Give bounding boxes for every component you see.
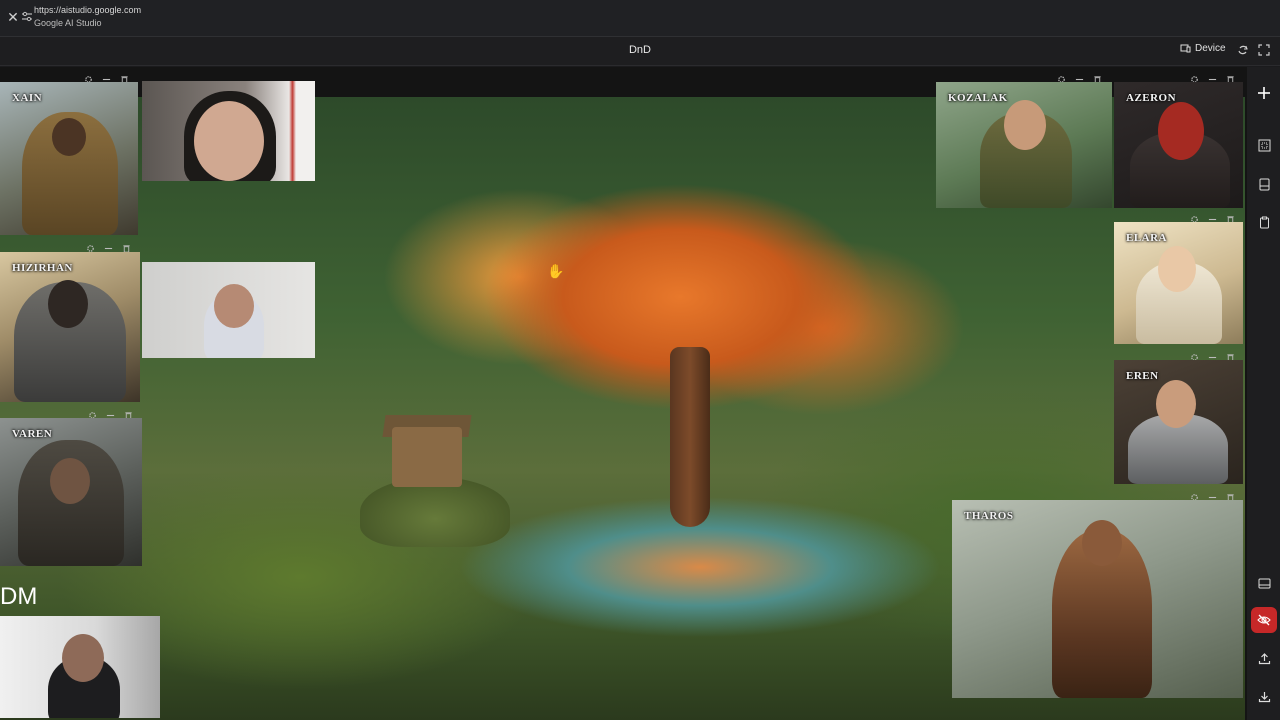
hand-cursor-icon: ✋ (547, 263, 565, 279)
character-head (1158, 102, 1204, 160)
trash-icon[interactable] (120, 71, 129, 84)
minimize-icon[interactable] (1208, 71, 1217, 80)
webcam-face (214, 284, 254, 328)
trash-icon[interactable] (1093, 71, 1102, 84)
tharos-window-controls (1190, 486, 1235, 502)
varen-window-controls (88, 404, 133, 420)
webcam-face (62, 634, 104, 682)
gear-icon[interactable] (1190, 211, 1199, 223)
dm-label: DM (0, 583, 38, 610)
character-card-xain[interactable]: XAIN (0, 82, 138, 235)
xain-window-controls (84, 68, 129, 84)
character-name: HIZIRHAN (12, 262, 73, 274)
minimize-icon[interactable] (1208, 211, 1217, 220)
character-card-eren[interactable]: EREN (1114, 360, 1243, 484)
webcam-player-2 (142, 262, 315, 358)
frame-button[interactable] (1251, 132, 1277, 158)
address-url[interactable]: https://aistudio.google.com (34, 5, 141, 15)
close-icon[interactable]: ✕ (6, 10, 20, 24)
character-head (50, 458, 90, 504)
hut-shape (392, 427, 462, 487)
kozalak-window-controls (1057, 68, 1102, 84)
site-name: Google AI Studio (34, 18, 102, 28)
gear-icon[interactable] (1190, 349, 1199, 361)
page-title: DnD (628, 44, 651, 56)
app-toolbar: DnD Device (0, 37, 1280, 66)
right-toolbar (1247, 67, 1280, 720)
character-card-hizirhan[interactable]: HIZIRHAN (0, 252, 140, 402)
gear-icon[interactable] (88, 407, 97, 419)
azeron-window-controls (1190, 68, 1235, 84)
minimize-icon[interactable] (1208, 349, 1217, 358)
character-head (1082, 520, 1122, 566)
webcam-player-1 (142, 81, 315, 181)
minimize-icon[interactable] (104, 240, 113, 249)
gear-icon[interactable] (84, 71, 93, 83)
character-head (48, 280, 88, 328)
character-head (1156, 380, 1196, 428)
upload-button[interactable] (1251, 645, 1277, 671)
add-button[interactable] (1251, 80, 1277, 106)
upload-icon (1258, 652, 1270, 664)
browser-chrome: ✕ https://aistudio.google.com Google AI … (0, 0, 1280, 37)
character-name: XAIN (12, 92, 43, 104)
gear-icon[interactable] (86, 240, 95, 252)
minimize-icon[interactable] (1208, 489, 1217, 498)
gear-icon[interactable] (1190, 489, 1199, 501)
character-card-tharos[interactable]: THAROS (952, 500, 1243, 698)
character-card-varen[interactable]: VAREN (0, 418, 142, 566)
trash-icon[interactable] (122, 240, 131, 253)
character-name: KOZALAK (948, 92, 1008, 104)
panel-button[interactable] (1251, 171, 1277, 197)
webcam-dm (0, 616, 160, 718)
turtle-shape (360, 477, 510, 547)
gear-icon[interactable] (1190, 71, 1199, 83)
trash-icon[interactable] (1226, 71, 1235, 84)
download-button[interactable] (1251, 683, 1277, 709)
fullscreen-icon[interactable] (1258, 44, 1270, 56)
clipboard-button[interactable] (1251, 209, 1277, 235)
character-name: THAROS (964, 510, 1014, 522)
minimize-icon[interactable] (1075, 71, 1084, 80)
minimize-icon[interactable] (106, 407, 115, 416)
trash-icon[interactable] (124, 407, 133, 420)
character-head (1158, 246, 1196, 292)
site-settings-icon[interactable] (21, 11, 33, 23)
minimize-icon[interactable] (102, 71, 111, 80)
device-label: Device (1195, 43, 1226, 54)
panel-icon (1259, 178, 1269, 190)
eren-window-controls (1190, 346, 1235, 362)
character-name: VAREN (12, 428, 53, 440)
download-icon (1258, 691, 1270, 702)
character-name: AZERON (1126, 92, 1177, 104)
trash-icon[interactable] (1226, 489, 1235, 502)
character-name: ELARA (1126, 232, 1168, 244)
character-head (52, 118, 86, 156)
eye-off-icon (1257, 614, 1271, 626)
tree-trunk (670, 347, 710, 527)
trash-icon[interactable] (1226, 349, 1235, 362)
clipboard-icon (1259, 216, 1269, 228)
panel-bottom-icon (1258, 578, 1270, 588)
character-card-elara[interactable]: ELARA (1114, 222, 1243, 344)
character-card-azeron[interactable]: AZERON (1114, 82, 1243, 208)
elara-window-controls (1190, 208, 1235, 224)
character-head (1004, 100, 1046, 150)
trash-icon[interactable] (1226, 211, 1235, 224)
hide-button[interactable] (1251, 607, 1277, 633)
device-button[interactable]: Device (1180, 43, 1226, 54)
frame-icon (1258, 139, 1270, 151)
device-icon (1180, 44, 1191, 53)
webcam-face (194, 101, 264, 181)
hizirhan-window-controls (86, 237, 131, 253)
character-name: EREN (1126, 370, 1159, 382)
panel-bottom-button[interactable] (1251, 570, 1277, 596)
character-card-kozalak[interactable]: KOZALAK (936, 82, 1112, 208)
gear-icon[interactable] (1057, 71, 1066, 83)
refresh-icon[interactable] (1237, 44, 1249, 56)
plus-icon (1258, 87, 1270, 99)
